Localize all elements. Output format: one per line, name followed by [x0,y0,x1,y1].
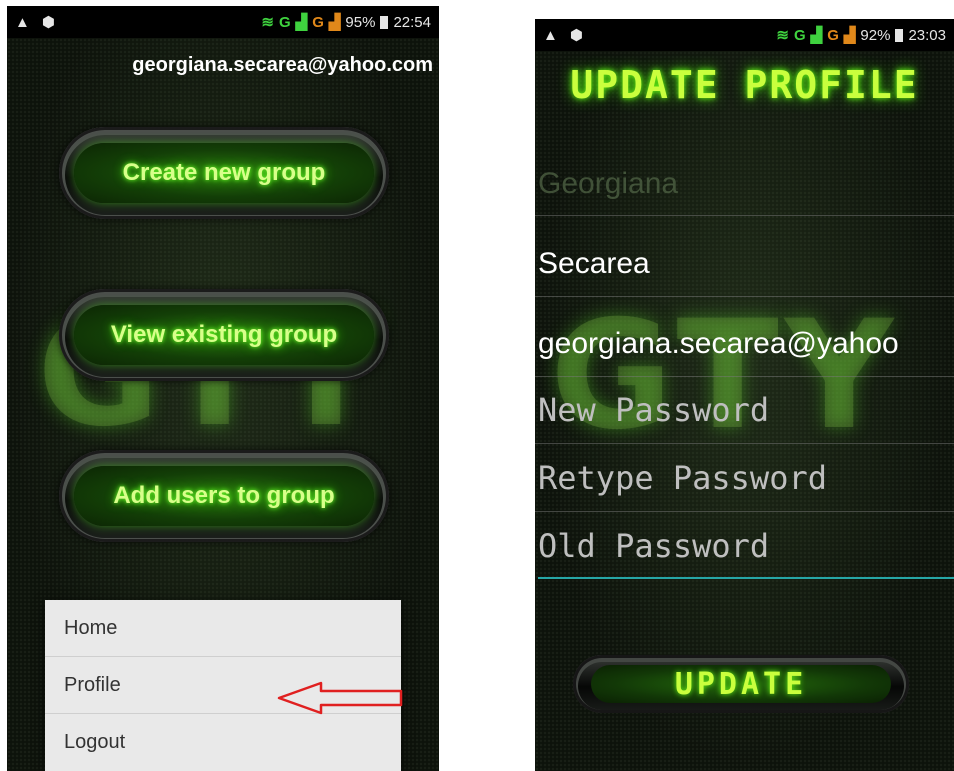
warning-icon: ▲ [15,13,30,31]
warning-icon: ▲ [543,26,558,44]
main-menu-screen: ▲ ⬢ ≋ G ▟ G ▟ 95% 22:54 GTY georgiana.se… [7,6,439,771]
email-field[interactable]: georgiana.secarea@yahoo [538,327,954,361]
wifi-icon: ≋ [776,27,789,44]
shield-icon: ⬢ [569,27,583,44]
battery-percent: 92% [860,26,891,44]
network-type-1: G [793,26,806,44]
battery-icon [895,28,904,42]
status-bar: ▲ ⬢ ≋ G ▟ G ▟ 95% 22:54 [7,6,439,38]
new-password-field[interactable]: New Password [538,391,954,429]
network-type-2: G [827,26,839,44]
view-group-label: View existing group [110,321,338,348]
new-password-underline [535,443,954,444]
view-group-button[interactable]: View existing group [59,289,389,381]
signal-icon: ▟ [295,14,308,31]
signal-icon-2: ▟ [328,14,341,31]
status-bar: ▲ ⬢ ≋ G ▟ G ▟ 92% 23:03 [535,19,954,51]
old-password-underline [538,577,954,579]
signal-icon: ▟ [810,27,823,44]
retype-password-field[interactable]: Retype Password [538,459,954,497]
update-profile-screen: ▲ ⬢ ≋ G ▟ G ▟ 92% 23:03 GTY UPDATE PROFI… [535,19,954,771]
last-name-field[interactable]: Secarea [538,247,954,281]
page-title: UPDATE PROFILE [570,63,919,107]
update-button[interactable]: UPDATE [573,655,909,713]
first-name-field[interactable]: Georgiana [538,167,954,201]
add-users-label: Add users to group [113,482,335,509]
add-users-button[interactable]: Add users to group [59,450,389,542]
battery-icon [380,15,389,29]
clock: 22:54 [393,13,431,31]
update-label: UPDATE [674,666,808,702]
email-underline [535,376,954,377]
create-group-label: Create new group [122,159,326,186]
retype-password-underline [535,511,954,512]
last-name-underline [535,296,954,297]
old-password-field[interactable]: Old Password [538,527,954,565]
battery-percent: 95% [345,13,376,31]
menu-item-logout[interactable]: Logout [45,714,401,771]
clock: 23:03 [908,26,946,44]
signal-icon-2: ▟ [843,27,856,44]
network-type-1: G [278,13,291,31]
wifi-icon: ≋ [261,14,274,31]
create-group-button[interactable]: Create new group [59,127,389,219]
network-type-2: G [312,13,324,31]
first-name-underline [535,215,954,216]
arrow-left-icon [277,681,403,715]
account-email: georgiana.secarea@yahoo.com [132,54,433,76]
menu-item-home[interactable]: Home [45,600,401,657]
shield-icon: ⬢ [41,14,55,31]
